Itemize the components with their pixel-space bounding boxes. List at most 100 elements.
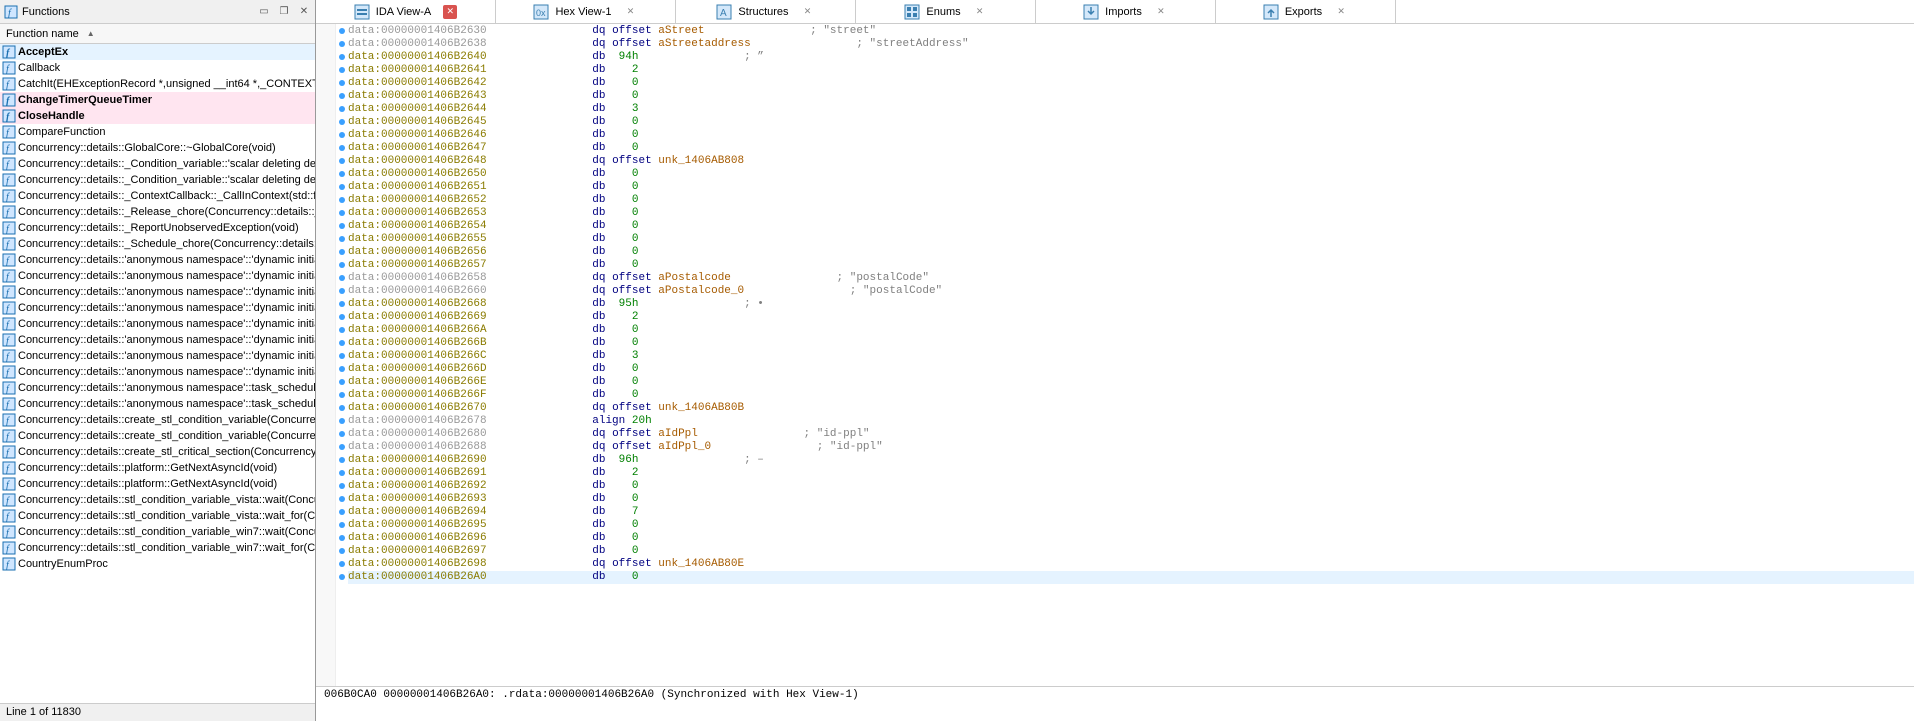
disasm-line[interactable]: data:00000001406B2660 dq offset aPostalc… (348, 285, 1914, 298)
breakpoint-dot[interactable] (339, 418, 345, 424)
function-row[interactable]: fConcurrency::details::_Condition_variab… (0, 156, 315, 172)
disasm-line[interactable]: data:00000001406B2656 db 0 (348, 246, 1914, 259)
disasm-line[interactable]: data:00000001406B2695 db 0 (348, 519, 1914, 532)
disasm-line[interactable]: data:00000001406B2690 db 96h ; – (348, 454, 1914, 467)
function-row[interactable]: fConcurrency::details::'anonymous namesp… (0, 396, 315, 412)
breakpoint-dot[interactable] (339, 314, 345, 320)
breakpoint-dot[interactable] (339, 340, 345, 346)
disasm-line[interactable]: data:00000001406B2650 db 0 (348, 168, 1914, 181)
function-row[interactable]: fConcurrency::details::stl_condition_var… (0, 540, 315, 556)
disasm-line[interactable]: data:00000001406B2678 align 20h (348, 415, 1914, 428)
function-row[interactable]: fChangeTimerQueueTimer (0, 92, 315, 108)
breakpoint-dot[interactable] (339, 275, 345, 281)
breakpoint-dot[interactable] (339, 171, 345, 177)
breakpoint-dot[interactable] (339, 405, 345, 411)
tab-hex-view-1[interactable]: 0xHex View-1✕ (496, 0, 676, 24)
function-row[interactable]: fConcurrency::details::stl_condition_var… (0, 492, 315, 508)
function-row[interactable]: fCountryEnumProc (0, 556, 315, 572)
function-row[interactable]: fConcurrency::details::stl_condition_var… (0, 524, 315, 540)
panel-min-icon[interactable]: ▭ (257, 5, 271, 19)
tab-enums[interactable]: Enums✕ (856, 0, 1036, 24)
function-row[interactable]: fConcurrency::details::platform::GetNext… (0, 460, 315, 476)
breakpoint-dot[interactable] (339, 483, 345, 489)
breakpoint-dot[interactable] (339, 132, 345, 138)
functions-list[interactable]: fAcceptExfCallbackfCatchIt(EHExceptionRe… (0, 44, 315, 686)
breakpoint-dot[interactable] (339, 392, 345, 398)
disasm-line[interactable]: data:00000001406B2644 db 3 (348, 103, 1914, 116)
tab-close-icon[interactable]: ✕ (624, 5, 638, 19)
breakpoint-dot[interactable] (339, 145, 345, 151)
disasm-line[interactable]: data:00000001406B2688 dq offset aIdPpl_0… (348, 441, 1914, 454)
breakpoint-dot[interactable] (339, 158, 345, 164)
disasm-line[interactable]: data:00000001406B2668 db 95h ; • (348, 298, 1914, 311)
breakpoint-dot[interactable] (339, 496, 345, 502)
disasm-line[interactable]: data:00000001406B266E db 0 (348, 376, 1914, 389)
function-row[interactable]: fConcurrency::details::'anonymous namesp… (0, 380, 315, 396)
function-row[interactable]: fConcurrency::details::create_stl_condit… (0, 428, 315, 444)
function-row[interactable]: fConcurrency::details::_ReportUnobserved… (0, 220, 315, 236)
tab-ida-view-a[interactable]: IDA View-A✕ (316, 0, 496, 24)
disasm-line[interactable]: data:00000001406B2642 db 0 (348, 77, 1914, 90)
breakpoint-dot[interactable] (339, 301, 345, 307)
tab-close-icon[interactable]: ✕ (973, 5, 987, 19)
disasm-line[interactable]: data:00000001406B2697 db 0 (348, 545, 1914, 558)
function-row[interactable]: fConcurrency::details::_Schedule_chore(C… (0, 236, 315, 252)
disasm-line[interactable]: data:00000001406B2638 dq offset aStreeta… (348, 38, 1914, 51)
disasm-line[interactable]: data:00000001406B2647 db 0 (348, 142, 1914, 155)
breakpoint-dot[interactable] (339, 509, 345, 515)
panel-close-icon[interactable]: ✕ (297, 5, 311, 19)
disasm-line[interactable]: data:00000001406B2696 db 0 (348, 532, 1914, 545)
function-row[interactable]: fConcurrency::details::'anonymous namesp… (0, 348, 315, 364)
breakpoint-dot[interactable] (339, 353, 345, 359)
disasm-line[interactable]: data:00000001406B2691 db 2 (348, 467, 1914, 480)
tab-exports[interactable]: Exports✕ (1216, 0, 1396, 24)
disasm-line[interactable]: data:00000001406B2640 db 94h ; ” (348, 51, 1914, 64)
breakpoint-dot[interactable] (339, 41, 345, 47)
disasm-line[interactable]: data:00000001406B2646 db 0 (348, 129, 1914, 142)
disasm-line[interactable]: data:00000001406B266B db 0 (348, 337, 1914, 350)
function-row[interactable]: fConcurrency::details::_ContextCallback:… (0, 188, 315, 204)
breakpoint-dot[interactable] (339, 184, 345, 190)
function-row[interactable]: fConcurrency::details::'anonymous namesp… (0, 316, 315, 332)
function-row[interactable]: fConcurrency::details::'anonymous namesp… (0, 300, 315, 316)
disasm-line[interactable]: data:00000001406B2654 db 0 (348, 220, 1914, 233)
disasm-line[interactable]: data:00000001406B2657 db 0 (348, 259, 1914, 272)
function-row[interactable]: fCloseHandle (0, 108, 315, 124)
disasm-line[interactable]: data:00000001406B2655 db 0 (348, 233, 1914, 246)
breakpoint-dot[interactable] (339, 197, 345, 203)
disasm-line[interactable]: data:00000001406B2630 dq offset aStreet … (348, 25, 1914, 38)
breakpoint-dot[interactable] (339, 262, 345, 268)
tab-close-icon[interactable]: ✕ (1154, 5, 1168, 19)
function-row[interactable]: fCatchIt(EHExceptionRecord *,unsigned __… (0, 76, 315, 92)
function-row[interactable]: fConcurrency::details::GlobalCore::~Glob… (0, 140, 315, 156)
breakpoint-dot[interactable] (339, 93, 345, 99)
disasm-line[interactable]: data:00000001406B2670 dq offset unk_1406… (348, 402, 1914, 415)
disasm-line[interactable]: data:00000001406B2692 db 0 (348, 480, 1914, 493)
breakpoint-dot[interactable] (339, 379, 345, 385)
function-row[interactable]: fConcurrency::details::'anonymous namesp… (0, 364, 315, 380)
column-header[interactable]: Function name ▲ (0, 24, 315, 44)
tab-close-icon[interactable]: ✕ (443, 5, 457, 19)
tab-close-icon[interactable]: ✕ (1334, 5, 1348, 19)
breakpoint-dot[interactable] (339, 288, 345, 294)
breakpoint-dot[interactable] (339, 54, 345, 60)
function-row[interactable]: fConcurrency::details::create_stl_condit… (0, 412, 315, 428)
disasm-line[interactable]: data:00000001406B266D db 0 (348, 363, 1914, 376)
breakpoint-dot[interactable] (339, 457, 345, 463)
breakpoint-dot[interactable] (339, 28, 345, 34)
disasm-line[interactable]: data:00000001406B2648 dq offset unk_1406… (348, 155, 1914, 168)
breakpoint-dot[interactable] (339, 548, 345, 554)
function-row[interactable]: fConcurrency::details::'anonymous namesp… (0, 252, 315, 268)
disasm-line[interactable]: data:00000001406B266A db 0 (348, 324, 1914, 337)
function-row[interactable]: fConcurrency::details::'anonymous namesp… (0, 268, 315, 284)
disasm-line[interactable]: data:00000001406B2641 db 2 (348, 64, 1914, 77)
function-row[interactable]: fCompareFunction (0, 124, 315, 140)
breakpoint-dot[interactable] (339, 236, 345, 242)
disasm-line[interactable]: data:00000001406B266F db 0 (348, 389, 1914, 402)
disasm-line[interactable]: data:00000001406B2694 db 7 (348, 506, 1914, 519)
disassembly-text[interactable]: data:00000001406B2630 dq offset aStreet … (348, 24, 1914, 686)
main-hscroll[interactable] (316, 704, 1914, 721)
function-row[interactable]: fConcurrency::details::_Condition_variab… (0, 172, 315, 188)
breakpoint-column[interactable] (336, 24, 348, 686)
tab-imports[interactable]: Imports✕ (1036, 0, 1216, 24)
